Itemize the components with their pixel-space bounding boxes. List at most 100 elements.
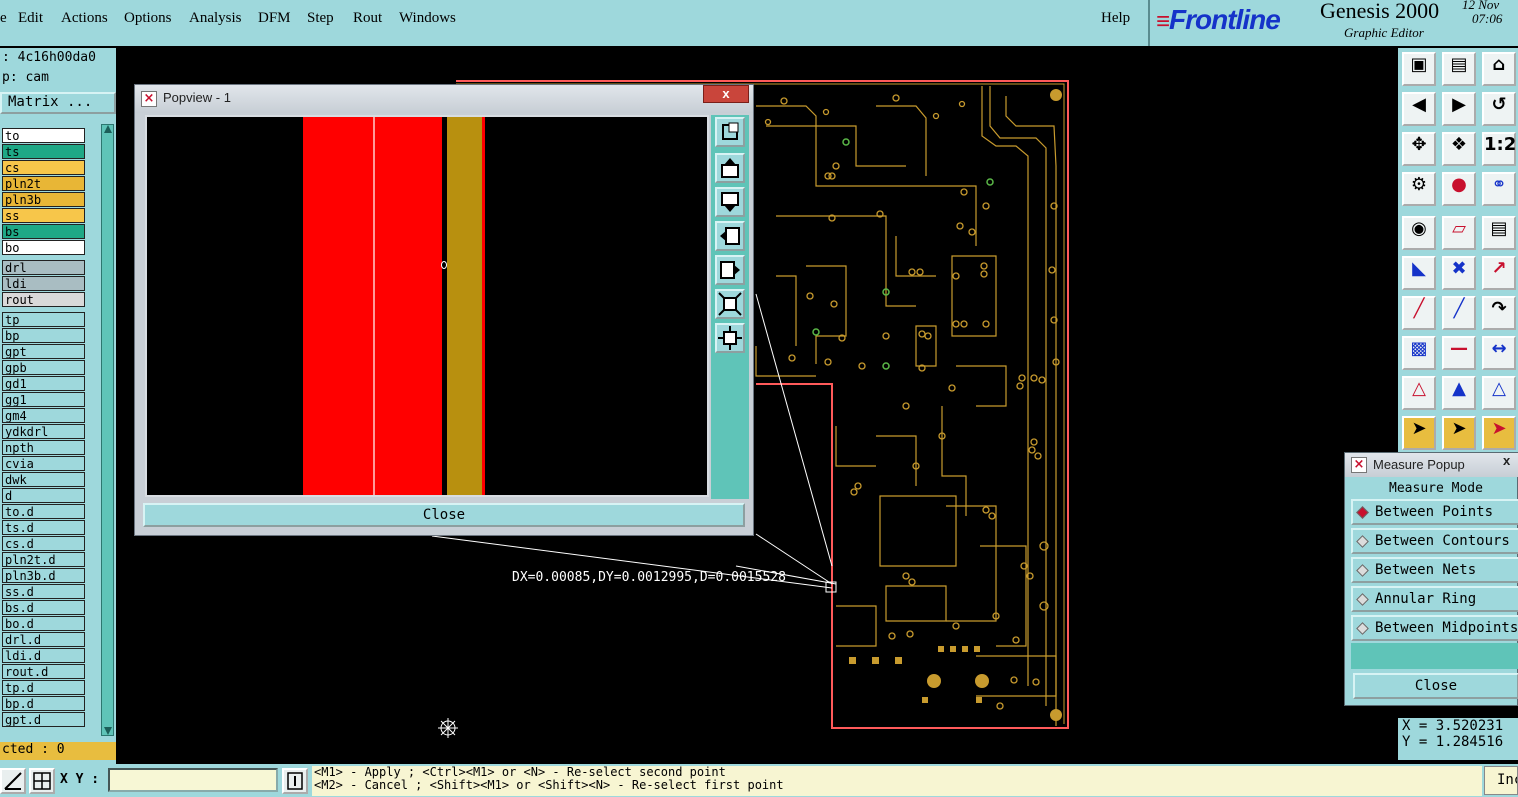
layer-item[interactable]: bp: [2, 328, 85, 343]
popview-close-icon[interactable]: x: [703, 85, 749, 103]
matrix-button[interactable]: Matrix ...: [0, 92, 116, 114]
zoom-out-icon[interactable]: ▤: [1442, 52, 1476, 86]
mode-between-midpoints[interactable]: Between Midpoints: [1351, 615, 1518, 641]
layer-item[interactable]: pln2t: [2, 176, 85, 191]
measure-popup-titlebar[interactable]: × Measure Popup x: [1345, 453, 1518, 477]
layer-item[interactable]: dwk: [2, 472, 85, 487]
triangle-arrow-icon[interactable]: ▲: [1442, 376, 1476, 410]
menu-actions[interactable]: Actions: [61, 10, 108, 27]
pan-left-icon[interactable]: ◀: [1402, 92, 1436, 126]
snap-icon[interactable]: ⚙: [1402, 172, 1436, 206]
grid-icon[interactable]: [29, 768, 55, 794]
layer-item[interactable]: ts.d: [2, 520, 85, 535]
mode-between-nets[interactable]: Between Nets: [1351, 557, 1518, 583]
layer-item[interactable]: bo.d: [2, 616, 85, 631]
layer-item[interactable]: cvia: [2, 456, 85, 471]
select-rotate-icon[interactable]: ➤: [1482, 416, 1516, 450]
layer-item[interactable]: gd1: [2, 376, 85, 391]
popview-canvas[interactable]: [145, 115, 709, 497]
layer-item[interactable]: gpt.d: [2, 712, 85, 727]
fit-all-icon[interactable]: ✥: [1402, 132, 1436, 166]
select-pointer-icon[interactable]: ➤: [1402, 416, 1436, 450]
layer-item[interactable]: gg1: [2, 392, 85, 407]
home-icon[interactable]: ⌂: [1482, 52, 1516, 86]
layer-item[interactable]: rout.d: [2, 664, 85, 679]
popview-titlebar[interactable]: × Popview - 1 x: [135, 85, 753, 113]
scroll-up-icon[interactable]: [104, 125, 112, 133]
layer-item[interactable]: pln3b.d: [2, 568, 85, 583]
resize-icon[interactable]: ↔: [1482, 336, 1516, 370]
draw-line-red-icon[interactable]: ╱: [1442, 296, 1476, 330]
layer-item[interactable]: gpb: [2, 360, 85, 375]
netlist-icon[interactable]: ⚭: [1482, 172, 1516, 206]
zoom-center-icon[interactable]: [715, 323, 745, 353]
scale-1to2-icon[interactable]: 1:2: [1482, 132, 1516, 166]
layer-item[interactable]: ldi.d: [2, 648, 85, 663]
menu-step[interactable]: Step: [307, 10, 334, 27]
menu-dfm[interactable]: DFM: [258, 10, 291, 27]
pan-right-icon[interactable]: [715, 255, 745, 285]
fit-profile-icon[interactable]: ❖: [1442, 132, 1476, 166]
layer-item[interactable]: bs.d: [2, 600, 85, 615]
layer-item[interactable]: pln2t.d: [2, 552, 85, 567]
menu-analysis[interactable]: Analysis: [189, 10, 242, 27]
mode-between-contours[interactable]: Between Contours: [1351, 528, 1518, 554]
arc-arrow-icon[interactable]: △: [1482, 376, 1516, 410]
move-node-icon[interactable]: ↗: [1482, 256, 1516, 290]
layer-item[interactable]: gpt: [2, 344, 85, 359]
pan-up-icon[interactable]: [715, 153, 745, 183]
layer-item[interactable]: tp: [2, 312, 85, 327]
menu-windows[interactable]: Windows: [399, 10, 456, 27]
undo-zoom-icon[interactable]: ↺: [1482, 92, 1516, 126]
measure-close-icon[interactable]: x: [1503, 453, 1518, 469]
menu-options[interactable]: Options: [124, 10, 172, 27]
layer-scrollbar[interactable]: [101, 124, 114, 736]
layer-item[interactable]: rout: [2, 292, 85, 307]
layer-item[interactable]: drl.d: [2, 632, 85, 647]
layer-item[interactable]: ts: [2, 144, 85, 159]
pan-left-icon[interactable]: [715, 221, 745, 251]
mode-between-points[interactable]: Between Points: [1351, 499, 1518, 525]
popview-close-button[interactable]: Close: [143, 503, 745, 527]
layer-item[interactable]: bp.d: [2, 696, 85, 711]
layer-item[interactable]: bs: [2, 224, 85, 239]
layer-item[interactable]: cs.d: [2, 536, 85, 551]
draw-line-icon[interactable]: ╱: [1402, 296, 1436, 330]
layer-item[interactable]: drl: [2, 260, 85, 275]
zoom-window-icon[interactable]: [715, 117, 745, 147]
xy-input[interactable]: [108, 768, 278, 792]
pan-right-icon[interactable]: ▶: [1442, 92, 1476, 126]
menu-edit[interactable]: Edit: [18, 10, 43, 27]
draw-arc-icon[interactable]: ↷: [1482, 296, 1516, 330]
inc-button[interactable]: Inc: [1484, 766, 1518, 795]
measure-icon[interactable]: ●: [1442, 172, 1476, 206]
connect-nodes-icon[interactable]: ◣: [1402, 256, 1436, 290]
scroll-down-icon[interactable]: [104, 727, 112, 735]
ruler-icon[interactable]: ▤: [1482, 216, 1516, 250]
layer-item[interactable]: bo: [2, 240, 85, 255]
info-icon[interactable]: [282, 768, 308, 794]
layer-item[interactable]: ss: [2, 208, 85, 223]
layer-item[interactable]: pln3b: [2, 192, 85, 207]
layer-item[interactable]: npth: [2, 440, 85, 455]
layer-item[interactable]: ydkdrl: [2, 424, 85, 439]
layer-item[interactable]: ldi: [2, 276, 85, 291]
layer-item[interactable]: to.d: [2, 504, 85, 519]
select-node-icon[interactable]: ▩: [1402, 336, 1436, 370]
menu-file[interactable]: e: [0, 10, 7, 27]
snap-angle-icon[interactable]: [0, 768, 26, 794]
layer-item[interactable]: ss.d: [2, 584, 85, 599]
menu-rout[interactable]: Rout: [353, 10, 382, 27]
layer-item[interactable]: cs: [2, 160, 85, 175]
add-feature-icon[interactable]: ◉: [1402, 216, 1436, 250]
menu-help[interactable]: Help: [1101, 10, 1130, 27]
edit-shape-icon[interactable]: ▱: [1442, 216, 1476, 250]
layer-item[interactable]: tp.d: [2, 680, 85, 695]
pan-down-icon[interactable]: [715, 187, 745, 217]
cut-line-icon[interactable]: —: [1442, 336, 1476, 370]
zoom-fit-icon[interactable]: [715, 289, 745, 319]
layer-item[interactable]: to: [2, 128, 85, 143]
zoom-in-icon[interactable]: ▣: [1402, 52, 1436, 86]
mode-annular-ring[interactable]: Annular Ring: [1351, 586, 1518, 612]
layer-item[interactable]: d: [2, 488, 85, 503]
